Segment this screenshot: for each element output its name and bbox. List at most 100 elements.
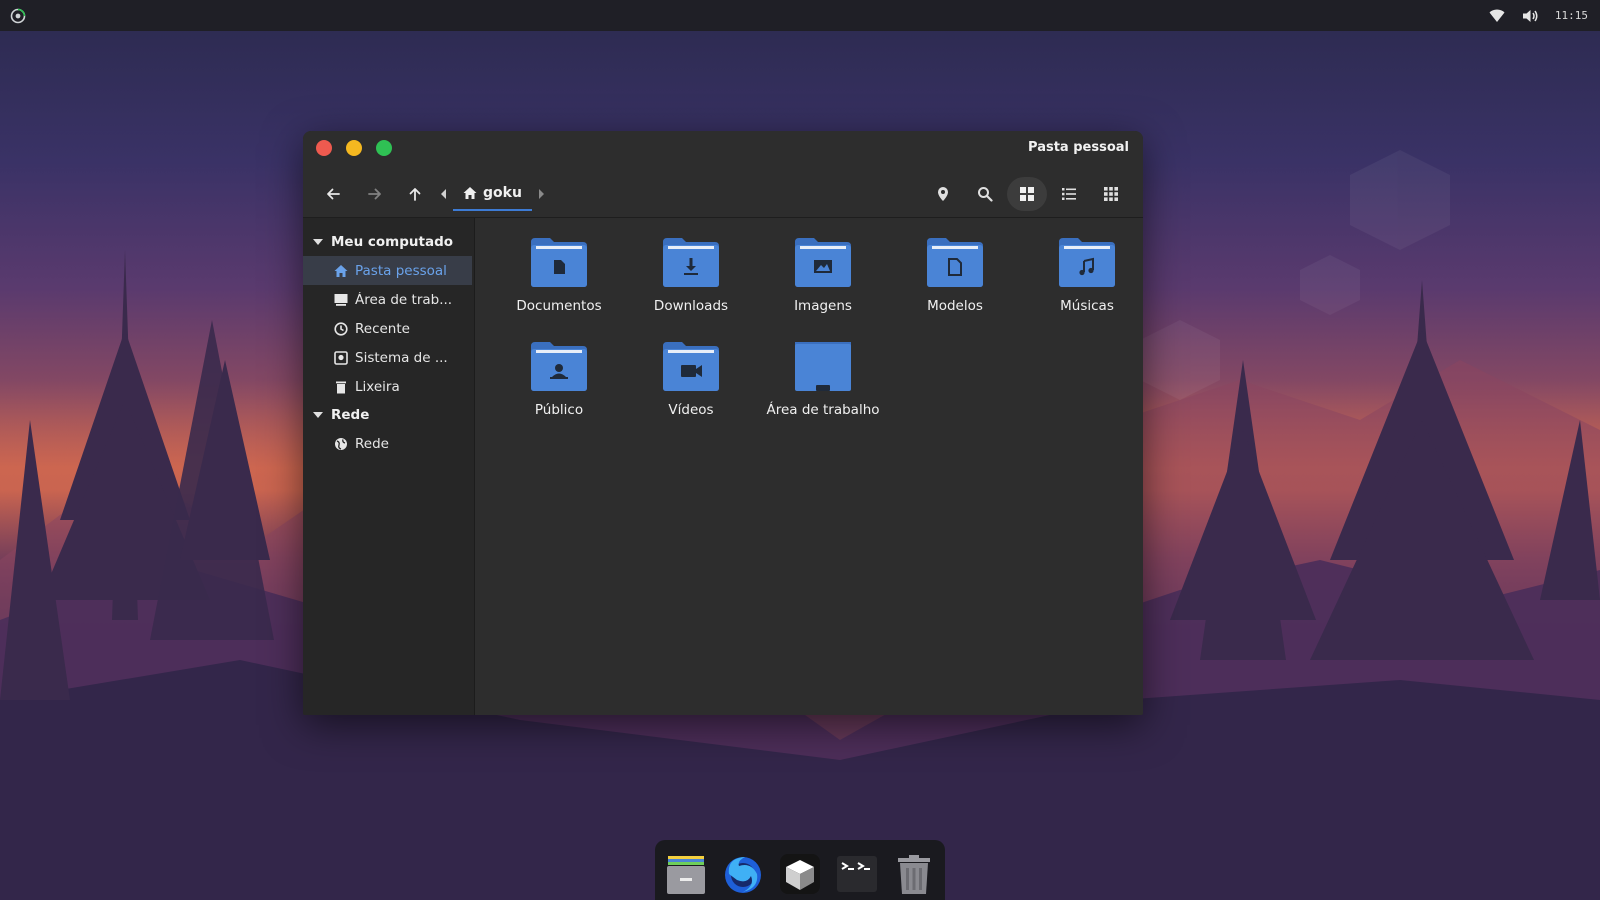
window-controls [316, 140, 392, 156]
distro-logo-icon[interactable] [10, 8, 26, 24]
file-name: Área de trabalho [766, 402, 880, 418]
sidebar-item-label: Sistema de ... [355, 349, 448, 366]
crumb-right-icon [537, 189, 545, 199]
compact-view-icon [1104, 187, 1118, 201]
minimize-button[interactable] [346, 140, 362, 156]
folder-public-icon [530, 340, 588, 392]
sidebar-item-label: Recente [355, 320, 410, 337]
sidebar-item-desktop[interactable]: Área de trab... [303, 285, 474, 314]
file-item-area-de-trabalho[interactable]: Área de trabalho [757, 340, 889, 418]
window-body: Meu computado Pasta pessoal Área de trab… [303, 218, 1143, 715]
list-view-icon [1062, 187, 1076, 201]
file-grid: Documentos Downloads Imagens Modelos Mús… [493, 236, 1143, 418]
file-name: Documentos [516, 298, 602, 314]
forward-icon [367, 186, 383, 202]
trash-dock-icon [892, 852, 936, 896]
view-toolbar [923, 177, 1131, 211]
sidebar-item-trash[interactable]: Lixeira [303, 372, 474, 401]
breadcrumb-label: goku [483, 185, 522, 201]
trash-icon [334, 380, 348, 394]
sidebar: Meu computado Pasta pessoal Área de trab… [303, 218, 475, 715]
disk-icon [334, 350, 348, 365]
grid-view-icon [1020, 187, 1034, 201]
file-manager-window: Pasta pessoal goku Meu computado Pasta p… [303, 131, 1143, 715]
home-icon [463, 186, 477, 200]
sidebar-item-label: Lixeira [355, 378, 400, 395]
wifi-icon[interactable] [1489, 9, 1505, 23]
chevron-down-icon [313, 411, 323, 419]
list-view-button[interactable] [1049, 177, 1089, 211]
location-icon [936, 186, 950, 202]
navigation-bar: goku [303, 174, 1143, 214]
grid-view-button[interactable] [1007, 177, 1047, 211]
folder-pictures-icon [794, 236, 852, 288]
network-icon [334, 437, 348, 451]
forward-button[interactable] [355, 177, 395, 211]
file-name: Downloads [653, 298, 729, 314]
maximize-button[interactable] [376, 140, 392, 156]
sidebar-section-title: Meu computado [331, 234, 454, 250]
home-icon [334, 264, 348, 278]
sidebar-item-label: Pasta pessoal [355, 262, 447, 279]
file-item-downloads[interactable]: Downloads [625, 236, 757, 314]
sidebar-item-label: Rede [355, 435, 389, 452]
file-item-imagens[interactable]: Imagens [757, 236, 889, 314]
folder-music-icon [1058, 236, 1116, 288]
sidebar-section-title: Rede [331, 407, 370, 423]
top-panel: 11:15 [0, 0, 1600, 31]
file-view: Documentos Downloads Imagens Modelos Mús… [475, 218, 1143, 715]
sidebar-item-recent[interactable]: Recente [303, 314, 474, 343]
folder-downloads-icon [662, 236, 720, 288]
files-app-icon [664, 852, 708, 896]
app-center-icon [778, 852, 822, 896]
dock-item-app-center[interactable] [776, 850, 824, 898]
desktop-icon [334, 293, 348, 307]
terminal-icon [835, 852, 879, 896]
volume-icon[interactable] [1521, 8, 1539, 24]
file-name: Vídeos [668, 402, 714, 418]
file-name: Público [534, 402, 584, 418]
sidebar-item-filesystem[interactable]: Sistema de ... [303, 343, 474, 372]
folder-desktop-icon [794, 340, 852, 392]
file-name: Músicas [1060, 298, 1114, 314]
clock-icon [334, 321, 348, 336]
file-item-publico[interactable]: Público [493, 340, 625, 418]
firefox-icon [721, 852, 765, 896]
folder-videos-icon [662, 340, 720, 392]
folder-documents-icon [530, 236, 588, 288]
file-name: Imagens [794, 298, 852, 314]
sidebar-item-home[interactable]: Pasta pessoal [303, 256, 472, 285]
file-item-videos[interactable]: Vídeos [625, 340, 757, 418]
close-button[interactable] [316, 140, 332, 156]
folder-templates-icon [926, 236, 984, 288]
file-item-modelos[interactable]: Modelos [889, 236, 1021, 314]
dock-item-files[interactable] [662, 850, 710, 898]
crumb-left-icon [440, 189, 448, 199]
sidebar-section-computer[interactable]: Meu computado [303, 228, 474, 256]
search-icon [977, 186, 993, 202]
sidebar-item-network[interactable]: Rede [303, 429, 474, 458]
chevron-down-icon [313, 238, 323, 246]
headerbar: Pasta pessoal goku [303, 131, 1143, 218]
file-name: Modelos [927, 298, 983, 314]
dock-item-terminal[interactable] [833, 850, 881, 898]
dock [655, 840, 945, 900]
crumb-left-button[interactable] [435, 189, 453, 199]
dock-item-trash[interactable] [890, 850, 938, 898]
breadcrumb-home[interactable]: goku [453, 177, 532, 211]
dock-item-firefox[interactable] [719, 850, 767, 898]
up-icon [407, 186, 423, 202]
window-title: Pasta pessoal [1028, 140, 1129, 155]
location-button[interactable] [923, 177, 963, 211]
up-button[interactable] [395, 177, 435, 211]
back-button[interactable] [313, 177, 353, 211]
crumb-right-button[interactable] [532, 189, 550, 199]
search-button[interactable] [965, 177, 1005, 211]
sidebar-section-network[interactable]: Rede [303, 401, 474, 429]
panel-clock[interactable]: 11:15 [1555, 9, 1588, 22]
file-item-documentos[interactable]: Documentos [493, 236, 625, 314]
compact-view-button[interactable] [1091, 177, 1131, 211]
file-item-musicas[interactable]: Músicas [1021, 236, 1143, 314]
back-icon [325, 186, 341, 202]
sidebar-item-label: Área de trab... [355, 291, 453, 308]
